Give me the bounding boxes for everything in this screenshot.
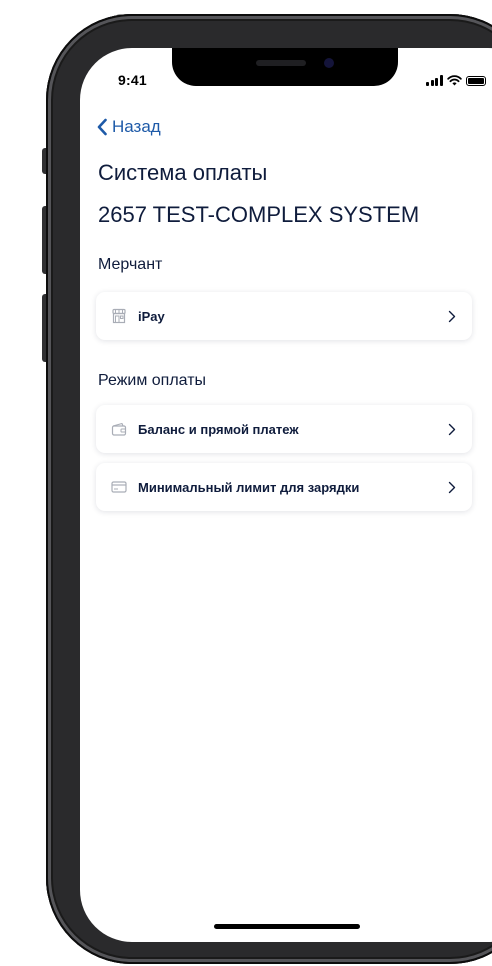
stage: 9:41 Назад Система оплаты 2657 TEST-COMP… [0, 0, 492, 966]
payment-mode-section-label: Режим оплаты [98, 372, 207, 389]
page-subtitle: 2657 TEST-COMPLEX SYSTEM [98, 202, 420, 227]
merchant-item-label: iPay [138, 308, 165, 324]
payment-mode-item-min-limit[interactable]: Минимальный лимит для зарядки [96, 463, 472, 511]
store-icon [110, 307, 128, 325]
wallet-icon [110, 420, 128, 438]
home-indicator[interactable] [214, 924, 360, 929]
chevron-left-icon [97, 118, 107, 136]
speaker-grille [256, 60, 306, 66]
camera-icon [324, 58, 334, 68]
payment-mode-item-label: Минимальный лимит для зарядки [138, 479, 360, 495]
notch [172, 48, 398, 86]
payment-mode-item-label: Баланс и прямой платеж [138, 421, 299, 437]
merchant-section-label: Мерчант [98, 256, 163, 273]
back-button[interactable]: Назад [96, 117, 161, 137]
payment-mode-item-balance[interactable]: Баланс и прямой платеж [96, 405, 472, 453]
chevron-right-icon [446, 309, 458, 323]
phone-screen: 9:41 Назад Система оплаты 2657 TEST-COMP… [80, 48, 492, 942]
battery-icon [465, 76, 486, 86]
wifi-icon [446, 75, 462, 86]
status-time: 9:41 [118, 72, 147, 88]
chevron-right-icon [446, 422, 458, 436]
page-title: Система оплаты [98, 160, 268, 185]
signal-icon [426, 75, 443, 86]
back-button-label: Назад [112, 117, 161, 136]
card-icon [110, 478, 128, 496]
chevron-right-icon [446, 480, 458, 494]
merchant-item-ipay[interactable]: iPay [96, 292, 472, 340]
status-icons [426, 72, 486, 86]
